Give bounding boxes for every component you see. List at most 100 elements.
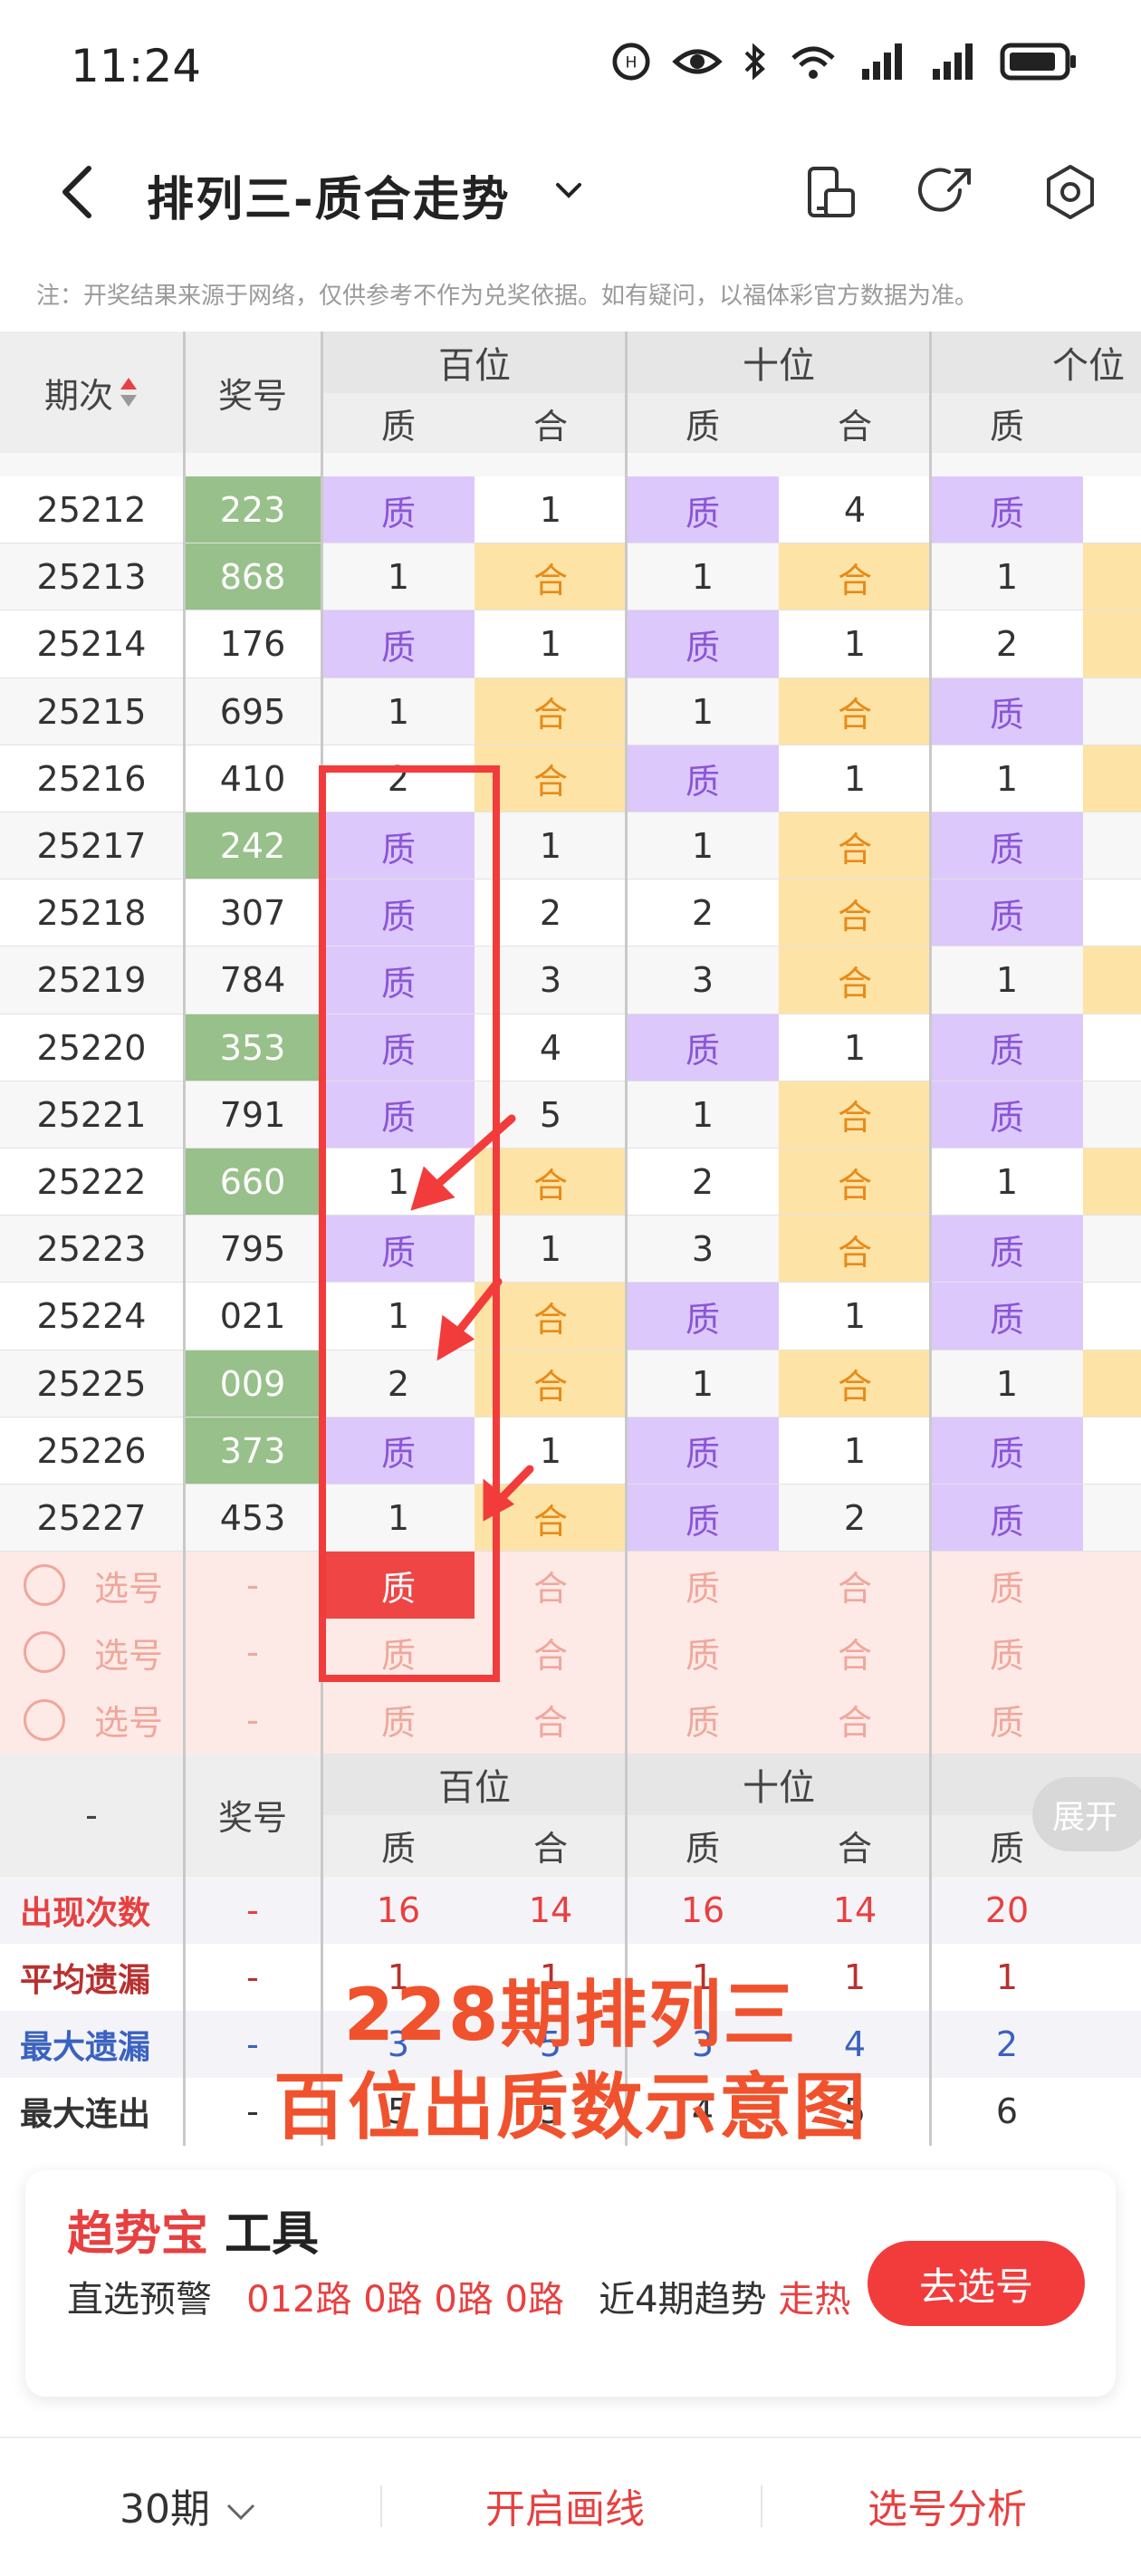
value-cell-clipped — [1083, 1081, 1141, 1149]
value-cell: 质 — [931, 1283, 1083, 1350]
value-cell-clipped — [1083, 1350, 1141, 1418]
signal-icon-2 — [933, 43, 973, 80]
value-cell-clipped — [1083, 543, 1141, 611]
number-cell: 868 — [183, 543, 322, 611]
value-cell: 1 — [995, 557, 1019, 598]
value-cell: 3 — [691, 1229, 714, 1270]
value-cell: 合 — [779, 1350, 931, 1418]
header-issue[interactable]: 期次 — [0, 332, 183, 453]
issue-cell: 25226 — [36, 1430, 147, 1471]
select-option-cell[interactable]: 质 — [322, 1687, 475, 1754]
screen-rotate-icon[interactable] — [802, 163, 860, 221]
issue-cell: 25214 — [36, 624, 147, 665]
stats-header-dash: - — [0, 1753, 183, 1877]
number-cell: 307 — [219, 893, 286, 934]
stats-label: 出现次数 — [20, 1894, 151, 1932]
share-icon[interactable] — [918, 163, 976, 221]
select-radio[interactable] — [24, 1564, 65, 1607]
status-time: 11:24 — [71, 40, 202, 92]
expand-button[interactable]: 展开 — [1032, 1777, 1141, 1851]
column-divider — [625, 332, 628, 2146]
stats-sub-zhi: 质 — [627, 1814, 779, 1877]
trend-tool-card: 趋势宝 工具 直选预警 012路 0路 0路 0路 近4期趋势 走热 去选号 — [25, 2170, 1116, 2397]
pick-analysis-button[interactable]: 选号分析 — [868, 2476, 1027, 2534]
warning-routes: 012路 0路 0路 0路 — [246, 2279, 564, 2321]
back-icon[interactable] — [53, 163, 107, 221]
select-option-cell[interactable]: 质 — [627, 1687, 779, 1754]
column-divider — [929, 332, 932, 2146]
select-option-cell[interactable]: 合 — [779, 1619, 931, 1686]
value-cell-clipped — [1083, 1417, 1141, 1485]
chevron-down-icon[interactable] — [551, 172, 587, 208]
value-cell: 1 — [995, 1363, 1019, 1404]
battery-icon — [1000, 43, 1076, 81]
number-cell: 695 — [219, 691, 286, 732]
header-sub-he: 合 — [475, 393, 627, 453]
period-selector[interactable]: 30期 — [120, 2476, 259, 2534]
value-cell: 质 — [931, 1485, 1083, 1552]
value-cell: 1 — [843, 758, 867, 799]
value-cell-clipped — [1083, 1149, 1141, 1216]
warning-trend-value: 走热 — [778, 2279, 851, 2321]
stats-value: 20 — [984, 1889, 1030, 1930]
nav-bar: 排列三-质合走势 — [0, 136, 1141, 249]
select-radio[interactable] — [24, 1698, 65, 1741]
value-cell: 1 — [995, 758, 1019, 799]
number-cell: 176 — [219, 624, 286, 665]
eye-icon — [672, 49, 723, 74]
stats-value: 14 — [528, 1889, 573, 1930]
page-title[interactable]: 排列三-质合走势 — [147, 161, 511, 229]
stats-value: 16 — [680, 1889, 725, 1930]
card-warning-line: 直选预警 012路 0路 0路 0路 近4期趋势 走热 — [67, 2272, 882, 2328]
select-option-cell[interactable]: 质 — [627, 1619, 779, 1686]
header-issue-label[interactable]: 期次 — [44, 368, 113, 418]
value-cell: 1 — [995, 1162, 1019, 1203]
number-cell: 784 — [219, 960, 286, 1001]
issue-cell: 25213 — [36, 557, 147, 598]
select-option-cell[interactable]: 质 — [931, 1552, 1083, 1619]
value-cell-clipped — [1083, 947, 1141, 1014]
value-cell: 2 — [995, 624, 1019, 665]
select-option-cell[interactable]: 质 — [931, 1687, 1083, 1754]
select-option-cell[interactable]: 合 — [779, 1687, 931, 1754]
value-cell: 1 — [387, 691, 410, 732]
value-cell: 质 — [627, 1485, 779, 1552]
value-cell: 4 — [843, 490, 867, 531]
divider — [380, 2485, 382, 2527]
value-cell: 1 — [843, 1430, 867, 1471]
value-cell-clipped — [1083, 1014, 1141, 1081]
issue-cell: 25223 — [36, 1229, 147, 1270]
value-cell: 1 — [691, 1363, 714, 1404]
settings-icon[interactable] — [1041, 163, 1099, 221]
value-cell: 合 — [779, 1216, 931, 1283]
select-option-cell[interactable]: 质 — [931, 1619, 1083, 1686]
value-cell: 1 — [539, 624, 562, 665]
value-cell: 质 — [931, 476, 1083, 544]
number-cell: 242 — [183, 812, 322, 880]
draw-line-button[interactable]: 开启画线 — [485, 2476, 645, 2534]
number-cell: 453 — [219, 1498, 286, 1539]
sort-icon[interactable] — [119, 374, 139, 410]
value-cell: 1 — [691, 826, 714, 867]
select-option-cell[interactable]: 质 — [627, 1552, 779, 1619]
value-cell-clipped — [1083, 812, 1141, 880]
value-cell: 3 — [691, 960, 714, 1001]
go-select-button[interactable]: 去选号 — [868, 2241, 1085, 2326]
number-cell: 410 — [219, 758, 286, 799]
bottom-bar: 30期 开启画线 选号分析 — [0, 2437, 1141, 2576]
issue-cell: 25225 — [36, 1363, 147, 1404]
issue-cell: 25227 — [36, 1498, 147, 1539]
value-cell: 1 — [691, 691, 714, 732]
value-cell: 合 — [779, 678, 931, 745]
value-cell: 质 — [322, 610, 475, 678]
bluetooth-icon — [744, 43, 765, 81]
select-option-cell[interactable]: 合 — [779, 1552, 931, 1619]
select-option-cell[interactable]: 合 — [475, 1687, 627, 1754]
stats-dash: - — [246, 1889, 259, 1930]
header-sub-he: 合 — [779, 393, 931, 453]
issue-cell: 25216 — [36, 758, 147, 799]
issue-cell: 25221 — [36, 1094, 147, 1135]
value-cell: 质 — [931, 1081, 1083, 1149]
header-sub-zhi: 质 — [322, 393, 475, 453]
stats-sub-he: 合 — [779, 1814, 931, 1877]
